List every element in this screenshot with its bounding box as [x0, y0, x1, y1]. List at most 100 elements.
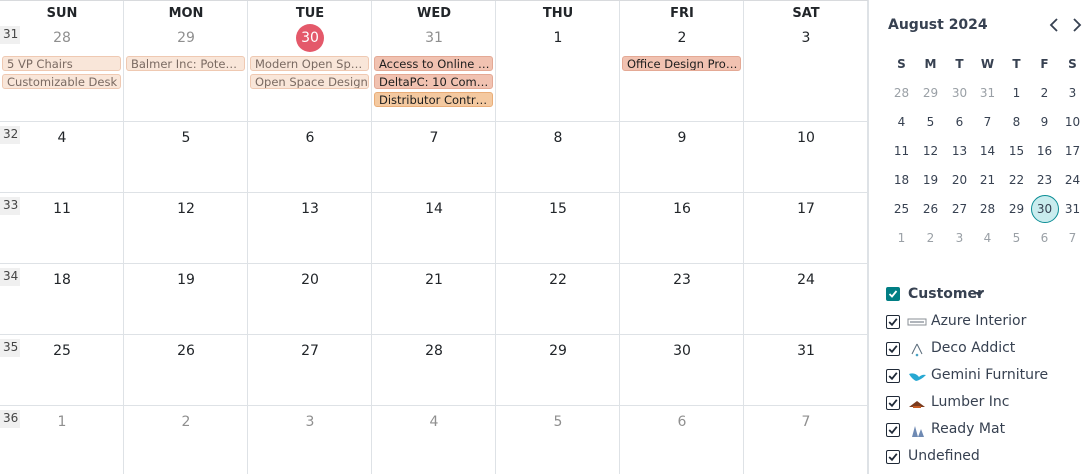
chevron-right-icon[interactable]: [1067, 14, 1087, 36]
calendar-event[interactable]: Access to Online Catalog: [374, 56, 493, 71]
day-number[interactable]: 6: [248, 130, 372, 146]
mini-day[interactable]: 5: [1002, 231, 1031, 245]
mini-day[interactable]: 30: [945, 86, 974, 100]
day-number[interactable]: 5: [124, 130, 248, 146]
day-number[interactable]: 29: [496, 343, 620, 359]
day-number[interactable]: 4: [372, 414, 496, 430]
mini-day[interactable]: 6: [945, 115, 974, 129]
day-number[interactable]: 30: [620, 343, 744, 359]
calendar-event[interactable]: Balmer Inc: Potential Distributor: [126, 56, 245, 71]
calendar-event[interactable]: Open Space Design: [250, 74, 369, 89]
day-number[interactable]: 13: [248, 201, 372, 217]
calendar-event[interactable]: 5 VP Chairs: [2, 56, 121, 71]
day-number[interactable]: 3: [248, 414, 372, 430]
calendar-event[interactable]: Distributor Contract: [374, 92, 493, 107]
day-number[interactable]: 14: [372, 201, 496, 217]
day-number[interactable]: 19: [124, 272, 248, 288]
customer-filter-title[interactable]: Customer: [908, 286, 984, 302]
filter-checkbox[interactable]: [886, 450, 900, 464]
caret-down-icon[interactable]: [975, 292, 983, 297]
day-number[interactable]: 31: [372, 30, 496, 46]
filter-checkbox[interactable]: [886, 396, 900, 410]
mini-day[interactable]: 24: [1058, 173, 1087, 187]
day-number[interactable]: 23: [620, 272, 744, 288]
day-number[interactable]: 8: [496, 130, 620, 146]
day-number[interactable]: 15: [496, 201, 620, 217]
mini-day[interactable]: 6: [1030, 231, 1059, 245]
mini-day[interactable]: 17: [1058, 144, 1087, 158]
day-number[interactable]: 11: [0, 201, 124, 217]
mini-day[interactable]: 21: [973, 173, 1002, 187]
mini-day[interactable]: 15: [1002, 144, 1031, 158]
mini-day[interactable]: 10: [1058, 115, 1087, 129]
day-number[interactable]: 27: [248, 343, 372, 359]
mini-day[interactable]: 28: [973, 202, 1002, 216]
filter-label[interactable]: Deco Addict: [931, 340, 1015, 356]
day-number[interactable]: 1: [496, 30, 620, 46]
mini-day[interactable]: 26: [916, 202, 945, 216]
day-number[interactable]: 9: [620, 130, 744, 146]
day-number[interactable]: 29: [124, 30, 248, 46]
day-number[interactable]: 20: [248, 272, 372, 288]
filter-checkbox[interactable]: [886, 342, 900, 356]
day-number[interactable]: 18: [0, 272, 124, 288]
day-number[interactable]: 28: [372, 343, 496, 359]
mini-day[interactable]: 2: [1030, 86, 1059, 100]
day-number[interactable]: 28: [0, 30, 124, 46]
calendar-event[interactable]: Office Design Project: [622, 56, 741, 71]
mini-day[interactable]: 7: [1058, 231, 1087, 245]
day-number[interactable]: 7: [372, 130, 496, 146]
day-number[interactable]: 24: [744, 272, 868, 288]
day-number[interactable]: 2: [620, 30, 744, 46]
mini-day[interactable]: 1: [887, 231, 916, 245]
mini-day[interactable]: 31: [1058, 202, 1087, 216]
day-number[interactable]: 21: [372, 272, 496, 288]
day-number[interactable]: 10: [744, 130, 868, 146]
day-number[interactable]: 12: [124, 201, 248, 217]
filter-label[interactable]: Gemini Furniture: [931, 367, 1048, 383]
mini-day-today[interactable]: 30: [1030, 202, 1059, 216]
customer-filter-checkbox[interactable]: [886, 287, 900, 301]
mini-day[interactable]: 31: [973, 86, 1002, 100]
filter-checkbox[interactable]: [886, 315, 900, 329]
filter-checkbox[interactable]: [886, 423, 900, 437]
mini-day[interactable]: 28: [887, 86, 916, 100]
calendar-event[interactable]: DeltaPC: 10 Computer Desks: [374, 74, 493, 89]
mini-day[interactable]: 9: [1030, 115, 1059, 129]
calendar-event[interactable]: Customizable Desk: [2, 74, 121, 89]
filter-label[interactable]: Azure Interior: [931, 313, 1026, 329]
filter-label[interactable]: Ready Mat: [931, 421, 1005, 437]
mini-day[interactable]: 29: [1002, 202, 1031, 216]
day-number[interactable]: 16: [620, 201, 744, 217]
mini-day[interactable]: 29: [916, 86, 945, 100]
mini-day[interactable]: 12: [916, 144, 945, 158]
chevron-left-icon[interactable]: [1045, 14, 1065, 36]
day-number[interactable]: 22: [496, 272, 620, 288]
mini-day[interactable]: 5: [916, 115, 945, 129]
mini-day[interactable]: 1: [1002, 86, 1031, 100]
day-number[interactable]: 7: [744, 414, 868, 430]
mini-day[interactable]: 4: [973, 231, 1002, 245]
day-number[interactable]: 17: [744, 201, 868, 217]
mini-day[interactable]: 25: [887, 202, 916, 216]
day-number[interactable]: 5: [496, 414, 620, 430]
mini-day[interactable]: 16: [1030, 144, 1059, 158]
day-number[interactable]: 1: [0, 414, 124, 430]
calendar-event[interactable]: Modern Open Space: [250, 56, 369, 71]
mini-day[interactable]: 14: [973, 144, 1002, 158]
mini-day[interactable]: 23: [1030, 173, 1059, 187]
mini-day[interactable]: 27: [945, 202, 974, 216]
mini-day[interactable]: 7: [973, 115, 1002, 129]
mini-day[interactable]: 22: [1002, 173, 1031, 187]
day-number[interactable]: 6: [620, 414, 744, 430]
day-number[interactable]: 2: [124, 414, 248, 430]
mini-day[interactable]: 4: [887, 115, 916, 129]
mini-day[interactable]: 8: [1002, 115, 1031, 129]
mini-day[interactable]: 11: [887, 144, 916, 158]
day-number[interactable]: 3: [744, 30, 868, 46]
day-number[interactable]: 26: [124, 343, 248, 359]
day-number[interactable]: 25: [0, 343, 124, 359]
today-date[interactable]: 30: [248, 30, 372, 46]
filter-label[interactable]: Undefined: [908, 448, 980, 464]
filter-label[interactable]: Lumber Inc: [931, 394, 1009, 410]
